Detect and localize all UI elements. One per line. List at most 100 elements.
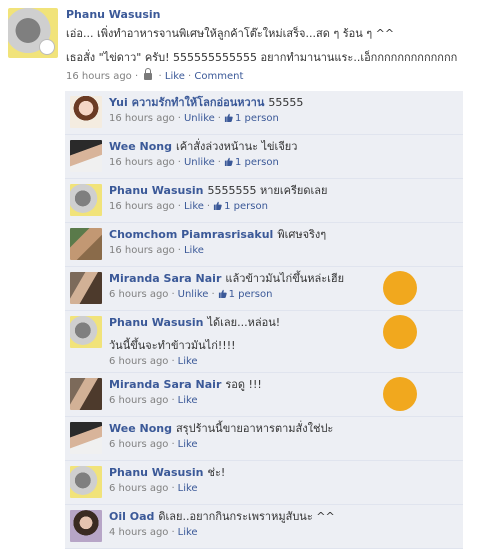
like-count-text: 1 person bbox=[234, 157, 279, 168]
like-count-link[interactable]: 1 person bbox=[224, 157, 279, 168]
post-meta: 16 hours ago · · Like · Comment bbox=[66, 68, 471, 82]
comment-item: Yui ความรักทำให้โลกอ่อนหวาน 55555 16 hours… bbox=[65, 91, 463, 135]
commenter-name-link[interactable]: Yui ความรักทำให้โลกอ่อนหวาน bbox=[109, 96, 264, 109]
author-avatar[interactable] bbox=[8, 8, 58, 58]
commenter-avatar[interactable] bbox=[70, 510, 102, 542]
like-link[interactable]: Like bbox=[178, 527, 198, 538]
commenter-avatar[interactable] bbox=[70, 228, 102, 260]
lock-icon[interactable] bbox=[144, 68, 153, 80]
like-link[interactable]: Like bbox=[165, 71, 185, 82]
comment-meta: 16 hours ago · Like · 1 person bbox=[109, 201, 457, 212]
meta-separator: · bbox=[158, 71, 162, 82]
like-count-link[interactable]: 1 person bbox=[213, 201, 268, 212]
commenter-avatar[interactable] bbox=[70, 96, 102, 128]
like-link[interactable]: Like bbox=[178, 483, 198, 494]
meta-separator: · bbox=[211, 289, 215, 300]
comment-text: Oil Oad ดิเลย..อยากกินกระเพราหมูสับนะ ^^ bbox=[109, 510, 457, 524]
comment-timestamp[interactable]: 16 hours ago bbox=[109, 113, 175, 124]
like-count-link[interactable]: 1 person bbox=[224, 113, 279, 124]
commenter-avatar[interactable] bbox=[70, 140, 102, 172]
comment-body: สรุปร้านนี้ขายอาหารตามสั่งใช่ปะ bbox=[175, 422, 334, 435]
like-link[interactable]: Like bbox=[178, 439, 198, 450]
comment-text: Wee Nong เค้าสั่งล่วงหน้านะ ไข่เจียว bbox=[109, 140, 457, 154]
orange-circle-decoration bbox=[383, 315, 417, 349]
comment-item: Wee Nong สรุปร้านนี้ขายอาหารตามสั่งใช่ปะ 6… bbox=[65, 417, 463, 461]
comment-body: ดิเลย..อยากกินกระเพราหมูสับนะ ^^ bbox=[158, 510, 335, 523]
post-text-line-1: เอ่อ... เพิ่งทำอาหารจานพิเศษให้ลูกค้าโต๊… bbox=[66, 27, 395, 40]
comment-text: Phanu Wasusin ช่ะ! bbox=[109, 466, 457, 480]
comment-item: Phanu Wasusin ช่ะ! 6 hours ago · Like bbox=[65, 461, 463, 505]
comment-body: ช่ะ! bbox=[207, 466, 226, 479]
comment-link[interactable]: Comment bbox=[194, 71, 243, 82]
comment-text: Chomchom Piamrasrisakul พิเศษจริงๆ bbox=[109, 228, 457, 242]
like-count-text: 1 person bbox=[224, 201, 268, 212]
meta-separator: · bbox=[171, 527, 175, 538]
comment-meta: 16 hours ago · Unlike · 1 person bbox=[109, 113, 457, 124]
meta-separator: · bbox=[171, 289, 175, 300]
comment-body: เค้าสั่งล่วงหน้านะ ไข่เจียว bbox=[175, 140, 298, 153]
comment-body: พิเศษจริงๆ bbox=[277, 228, 327, 241]
thumbs-up-icon bbox=[214, 201, 222, 210]
commenter-name-link[interactable]: Wee Nong bbox=[109, 140, 172, 153]
thumbs-up-icon bbox=[224, 113, 233, 122]
unlike-link[interactable]: Unlike bbox=[184, 157, 215, 168]
like-link[interactable]: Like bbox=[184, 201, 204, 212]
commenter-name-link[interactable]: Oil Oad bbox=[109, 510, 154, 523]
post-author-link[interactable]: Phanu Wasusin bbox=[66, 8, 161, 21]
comment-item: Miranda Sara Nair รอดู !!! 6 hours ago · Lik… bbox=[65, 373, 463, 417]
comment-meta: 16 hours ago · Like bbox=[109, 245, 457, 256]
comment-meta: 16 hours ago · Unlike · 1 person bbox=[109, 157, 457, 168]
meta-separator: · bbox=[171, 356, 175, 367]
commenter-name-link[interactable]: Phanu Wasusin bbox=[109, 316, 204, 329]
comment-item: Phanu Wasusin 5555555 หายเครียดเลย 16 hour… bbox=[65, 179, 463, 223]
meta-separator: · bbox=[171, 483, 175, 494]
commenter-avatar[interactable] bbox=[70, 378, 102, 410]
comment-timestamp[interactable]: 16 hours ago bbox=[109, 245, 175, 256]
commenter-name-link[interactable]: Phanu Wasusin bbox=[109, 184, 204, 197]
post-text-line-2: เธอสั่ง "ไข่ดาว" ครับ! 555555555555 อยาก… bbox=[66, 51, 458, 64]
comment-timestamp[interactable]: 6 hours ago bbox=[109, 395, 168, 406]
commenter-avatar[interactable] bbox=[70, 184, 102, 216]
thumbs-up-icon bbox=[224, 157, 233, 166]
post-timestamp[interactable]: 16 hours ago bbox=[66, 71, 132, 82]
like-count-link[interactable]: 1 person bbox=[218, 289, 272, 300]
meta-separator: · bbox=[217, 157, 221, 168]
commenter-name-link[interactable]: Chomchom Piamrasrisakul bbox=[109, 228, 273, 241]
meta-separator: · bbox=[188, 71, 192, 82]
like-link[interactable]: Like bbox=[184, 245, 204, 256]
comment-timestamp[interactable]: 6 hours ago bbox=[109, 289, 168, 300]
comment-item: Miranda Sara Nair แล้วข้าวมันไก่ขึ้นหล่ะเ… bbox=[65, 267, 463, 311]
commenter-name-link[interactable]: Miranda Sara Nair bbox=[109, 272, 221, 285]
commenter-avatar[interactable] bbox=[70, 466, 102, 498]
comment-timestamp[interactable]: 6 hours ago bbox=[109, 439, 168, 450]
commenter-avatar[interactable] bbox=[70, 272, 102, 304]
commenter-avatar[interactable] bbox=[70, 316, 102, 348]
unlike-link[interactable]: Unlike bbox=[184, 113, 215, 124]
like-link[interactable]: Like bbox=[178, 395, 198, 406]
comment-item: Phanu Wasusin ได้เลย...หล่อน! วันนี้ขึ้นจะ… bbox=[65, 311, 463, 373]
meta-separator: · bbox=[177, 113, 181, 124]
thumbs-up-icon bbox=[218, 289, 227, 298]
comment-meta: 4 hours ago · Like bbox=[109, 527, 457, 538]
like-link[interactable]: Like bbox=[178, 356, 198, 367]
comment-timestamp[interactable]: 16 hours ago bbox=[109, 157, 175, 168]
orange-circle-decoration bbox=[383, 271, 417, 305]
comment-timestamp[interactable]: 6 hours ago bbox=[109, 356, 168, 367]
comment-body: 5555555 หายเครียดเลย bbox=[207, 184, 328, 197]
commenter-name-link[interactable]: Phanu Wasusin bbox=[109, 466, 204, 479]
meta-separator: · bbox=[177, 245, 181, 256]
comment-timestamp[interactable]: 16 hours ago bbox=[109, 201, 175, 212]
meta-separator: · bbox=[134, 71, 139, 82]
unlike-link[interactable]: Unlike bbox=[178, 289, 209, 300]
comment-timestamp[interactable]: 4 hours ago bbox=[109, 527, 168, 538]
comment-timestamp[interactable]: 6 hours ago bbox=[109, 483, 168, 494]
comment-text: Wee Nong สรุปร้านนี้ขายอาหารตามสั่งใช่ปะ bbox=[109, 422, 457, 436]
post-body: Phanu Wasusin เอ่อ... เพิ่งทำอาหารจานพิเ… bbox=[66, 8, 471, 82]
commenter-name-link[interactable]: Miranda Sara Nair bbox=[109, 378, 221, 391]
comment-meta: 6 hours ago · Like bbox=[109, 356, 457, 367]
commenter-name-link[interactable]: Wee Nong bbox=[109, 422, 172, 435]
commenter-avatar[interactable] bbox=[70, 422, 102, 454]
like-count-text: 1 person bbox=[234, 113, 279, 124]
orange-circle-decoration bbox=[383, 377, 417, 411]
comment-meta: 6 hours ago · Like bbox=[109, 439, 457, 450]
